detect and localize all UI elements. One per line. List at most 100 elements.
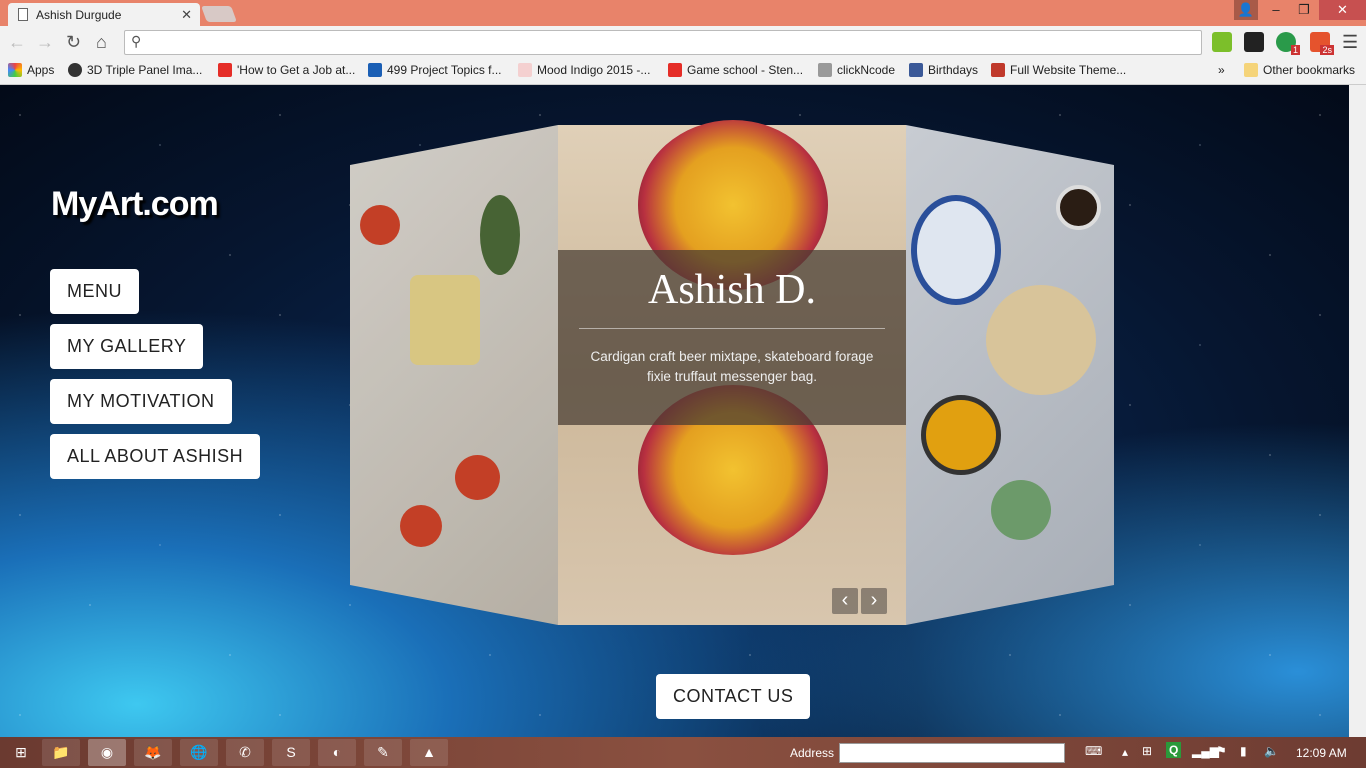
windows-icon[interactable]: ⊞ (1142, 744, 1152, 758)
browser-tab[interactable]: Ashish Durgude ✕ (8, 3, 200, 27)
extension-icon[interactable]: 1 (1276, 32, 1300, 55)
forward-icon[interactable]: → (36, 32, 54, 53)
slide-caption-box: Ashish D. Cardigan craft beer mixtape, s… (558, 250, 906, 425)
reload-icon[interactable]: ↻ (66, 32, 81, 53)
bookmark-label: Other bookmarks (1263, 63, 1356, 77)
bookmark-apps[interactable]: Apps (8, 63, 54, 77)
extension-icon[interactable]: 2s (1310, 32, 1334, 55)
show-hidden-icons[interactable]: ▴ (1122, 745, 1128, 759)
slider-center-panel: Ashish D. Cardigan craft beer mixtape, s… (558, 120, 906, 625)
address-bar[interactable]: ⚲ (124, 30, 1202, 55)
menu-button[interactable]: MENU (50, 269, 139, 314)
bookmark[interactable]: Game school - Sten... (668, 63, 803, 77)
other-bookmarks[interactable]: Other bookmarks (1244, 63, 1355, 77)
bookmark[interactable]: Birthdays (909, 63, 978, 77)
bookmark-label: Game school - Sten... (687, 63, 804, 77)
network-app-icon[interactable]: 🌐 (180, 739, 218, 766)
bookmark[interactable]: 'How to Get a Job at... (218, 63, 355, 77)
s-logo-icon (991, 63, 1005, 77)
tea-cup-image (1056, 185, 1101, 230)
vlc-icon[interactable]: ▲ (410, 739, 448, 766)
q-app-icon[interactable]: Q (1166, 742, 1182, 758)
folder-icon (1244, 63, 1258, 77)
whatsapp-icon[interactable]: ✆ (226, 739, 264, 766)
next-slide-button[interactable]: › (861, 588, 887, 614)
profile-icon[interactable]: 👤 (1234, 0, 1258, 20)
slider-left-panel (350, 125, 558, 625)
tomato-image (360, 205, 400, 245)
bookmark-label: Full Website Theme... (1010, 63, 1127, 77)
eclipse-icon[interactable]: ◐ (318, 739, 356, 766)
contact-us-button[interactable]: CONTACT US (656, 674, 811, 719)
restore-button[interactable]: ❐ (1290, 0, 1318, 20)
download-extension-icon[interactable] (1212, 32, 1232, 52)
slider-right-panel (906, 125, 1114, 625)
my-gallery-button[interactable]: MY GALLERY (50, 324, 204, 369)
new-tab-button[interactable] (201, 6, 237, 22)
start-button[interactable]: ⊞ (2, 739, 40, 766)
battery-icon[interactable]: ▮ (1240, 744, 1247, 758)
menu-icon[interactable]: ☰ (1342, 32, 1358, 53)
page-icon (18, 8, 28, 21)
bookmark-label: 499 Project Topics f... (387, 63, 502, 77)
previous-slide-button[interactable]: ‹ (832, 588, 858, 614)
sage-leaf-image (480, 195, 520, 275)
slide-caption: Cardigan craft beer mixtape, skateboard … (590, 349, 874, 384)
skype-icon[interactable]: S (272, 739, 310, 766)
taskbar-address-input[interactable] (839, 743, 1065, 763)
browser-titlebar: Ashish Durgude ✕ 👤 – ❐ ✕ (0, 0, 1366, 27)
bookmark-label: Apps (27, 63, 55, 77)
notepad-icon[interactable]: ✎ (364, 739, 402, 766)
close-tab-icon[interactable]: ✕ (181, 7, 192, 23)
signal-icon[interactable]: ▂▄▆ (1192, 744, 1219, 758)
badge: 1 (1290, 45, 1300, 55)
bookmarks-bar: Apps 3D Triple Panel Ima... 'How to Get … (0, 59, 1366, 85)
bookmarks-overflow[interactable]: » (1218, 63, 1225, 77)
all-about-ashish-button[interactable]: ALL ABOUT ASHISH (50, 434, 261, 479)
mood-indigo-icon (518, 63, 532, 77)
bookmark[interactable]: 499 Project Topics f... (368, 63, 502, 77)
monitor-code-icon (818, 63, 832, 77)
soup-bowl-image (921, 395, 1001, 475)
plate-image (986, 285, 1096, 395)
reader-extension-icon[interactable] (1244, 32, 1264, 52)
divider (579, 328, 885, 329)
codrops-icon (68, 63, 82, 77)
bookmark[interactable]: Mood Indigo 2015 -... (518, 63, 650, 77)
file-explorer-icon[interactable]: 📁 (42, 739, 80, 766)
bookmark-label: 3D Triple Panel Ima... (87, 63, 203, 77)
back-icon[interactable]: ← (8, 32, 26, 53)
tab-title: Ashish Durgude (36, 8, 122, 22)
firefox-icon[interactable]: 🦊 (134, 739, 172, 766)
chrome-icon[interactable]: ◉ (88, 739, 126, 766)
clock[interactable]: 12:09 AM (1296, 746, 1347, 760)
bookmark[interactable]: 3D Triple Panel Ima... (68, 63, 202, 77)
volume-icon[interactable]: 🔈 (1264, 744, 1279, 758)
my-motivation-button[interactable]: MY MOTIVATION (50, 379, 232, 424)
address-label: Address (790, 746, 835, 760)
cheese-image (410, 275, 480, 365)
bookmark[interactable]: Full Website Theme... (991, 63, 1126, 77)
badge: 2s (1320, 45, 1334, 55)
close-window-button[interactable]: ✕ (1319, 0, 1366, 20)
checkmark-icon (368, 63, 382, 77)
page-scrollbar[interactable] (1349, 85, 1366, 737)
bookmark-label: clickNcode (837, 63, 896, 77)
bowl-image (991, 480, 1051, 540)
youtube-icon (218, 63, 232, 77)
bookmark[interactable]: clickNcode (818, 63, 895, 77)
bookmark-label: 'How to Get a Job at... (237, 63, 356, 77)
overflow-label: » (1218, 63, 1225, 77)
browser-toolbar: ← → ↻ ⌂ ⚲ 1 2s ☰ (0, 26, 1366, 59)
home-icon[interactable]: ⌂ (96, 32, 107, 53)
search-icon: ⚲ (131, 33, 142, 49)
web-page: MyArt.com MENU MY GALLERY MY MOTIVATION … (0, 85, 1366, 737)
bookmark-label: Birthdays (928, 63, 979, 77)
site-logo[interactable]: MyArt.com (51, 185, 219, 224)
youtube-icon (668, 63, 682, 77)
action-center-icon[interactable]: ⚑ (1216, 744, 1227, 758)
apps-grid-icon (8, 63, 22, 77)
minimize-button[interactable]: – (1262, 0, 1290, 20)
keyboard-icon[interactable]: ⌨ (1085, 744, 1102, 758)
bookmark-label: Mood Indigo 2015 -... (537, 63, 651, 77)
